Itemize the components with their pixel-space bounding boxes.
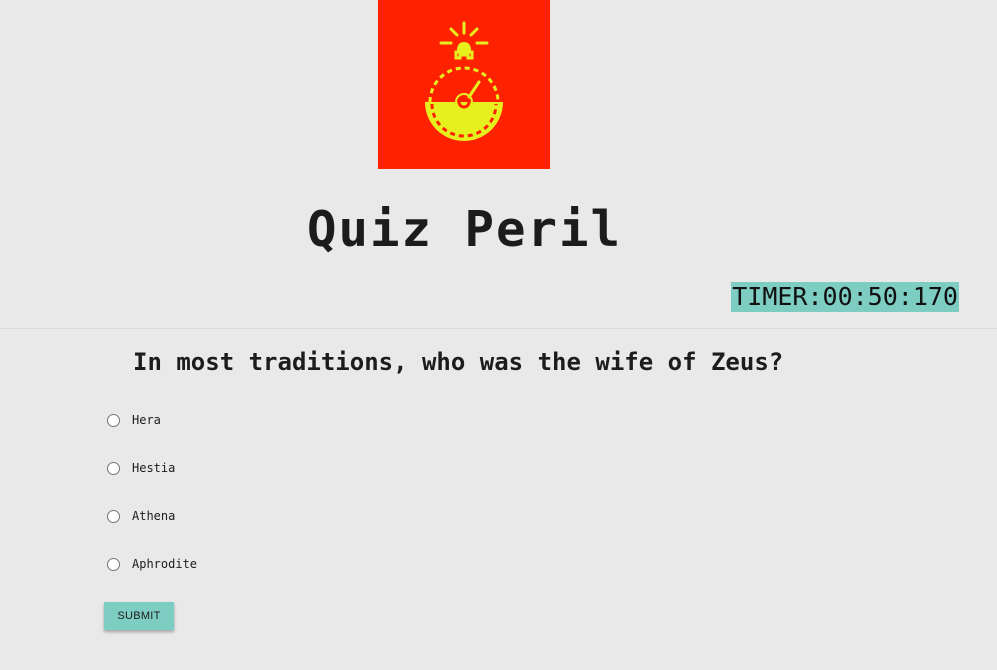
- radio-button[interactable]: [107, 413, 120, 427]
- option-aphrodite[interactable]: Aphrodite: [106, 550, 506, 578]
- app-logo: [378, 0, 550, 169]
- submit-button[interactable]: SUBMIT: [104, 602, 174, 630]
- option-label: Athena: [132, 509, 176, 523]
- quiz-page: Quiz Peril TIMER:00:50:170 In most tradi…: [0, 0, 997, 670]
- radio-button[interactable]: [107, 557, 120, 571]
- stopwatch-alarm-icon: [425, 21, 503, 141]
- option-hestia[interactable]: Hestia: [106, 454, 506, 482]
- timer-display: TIMER:00:50:170: [731, 282, 959, 312]
- option-label: Hera: [132, 413, 161, 427]
- radio-button[interactable]: [107, 509, 120, 523]
- option-hera[interactable]: Hera: [106, 406, 506, 434]
- option-athena[interactable]: Athena: [106, 502, 506, 530]
- header-divider: [0, 328, 997, 329]
- answer-options: Hera Hestia Athena Aphrodite: [106, 406, 506, 598]
- radio-button[interactable]: [107, 461, 120, 475]
- app-title: Quiz Peril: [306, 201, 622, 258]
- option-label: Hestia: [132, 461, 176, 475]
- question-text: In most traditions, who was the wife of …: [133, 348, 784, 376]
- option-label: Aphrodite: [132, 557, 198, 571]
